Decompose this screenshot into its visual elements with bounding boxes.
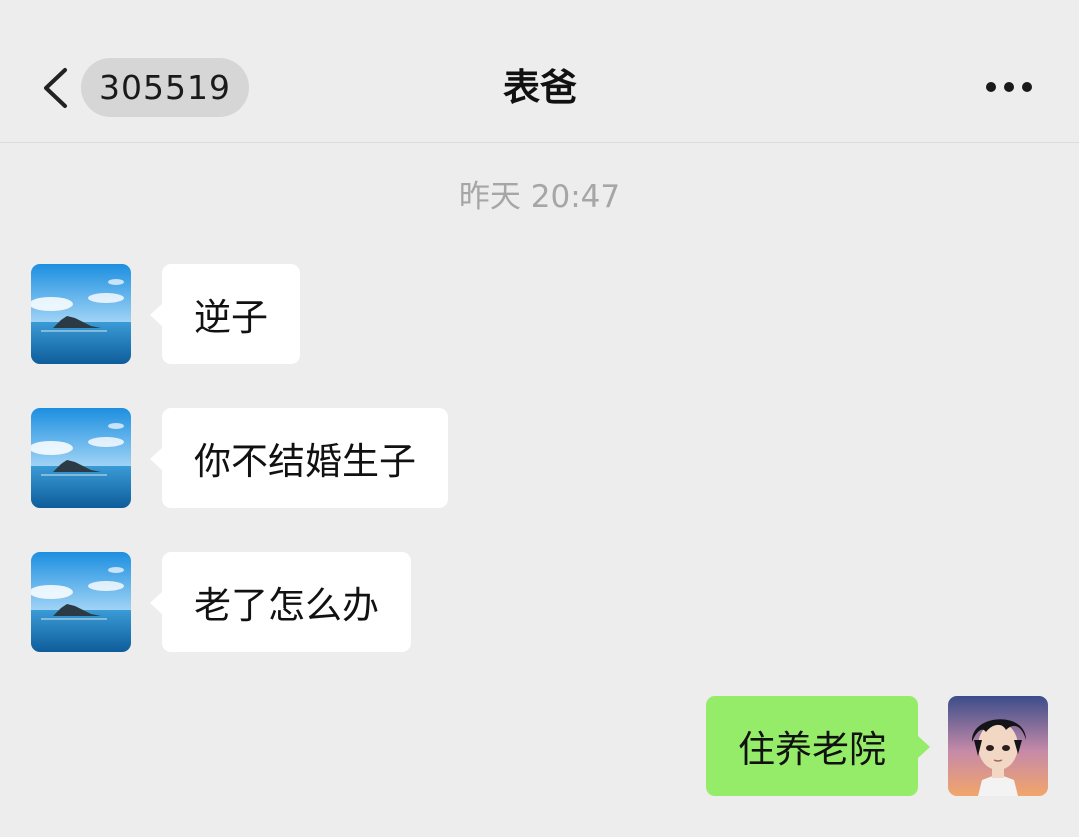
unread-count-badge[interactable]: 305519 [81, 58, 249, 117]
outgoing-message-bubble[interactable]: 住养老院 [706, 696, 930, 796]
contact-avatar[interactable] [31, 408, 131, 508]
ocean-island-avatar-image [31, 408, 131, 508]
ocean-island-avatar-image [31, 264, 131, 364]
incoming-message-bubble[interactable]: 逆子 [150, 264, 300, 364]
anime-boy-avatar-image [948, 696, 1048, 796]
ocean-island-avatar-image [31, 552, 131, 652]
more-dots-icon[interactable] [984, 80, 1034, 94]
chat-header: 305519 表爸 [0, 0, 1079, 143]
contact-avatar[interactable] [31, 552, 131, 652]
contact-avatar[interactable] [31, 264, 131, 364]
incoming-message-bubble[interactable]: 你不结婚生子 [150, 408, 448, 508]
message-timestamp: 昨天 20:47 [458, 179, 621, 215]
chevron-left-icon[interactable] [38, 66, 78, 110]
chat-title: 表爸 [503, 66, 577, 109]
self-avatar[interactable] [948, 696, 1048, 796]
incoming-message-bubble[interactable]: 老了怎么办 [150, 552, 411, 652]
